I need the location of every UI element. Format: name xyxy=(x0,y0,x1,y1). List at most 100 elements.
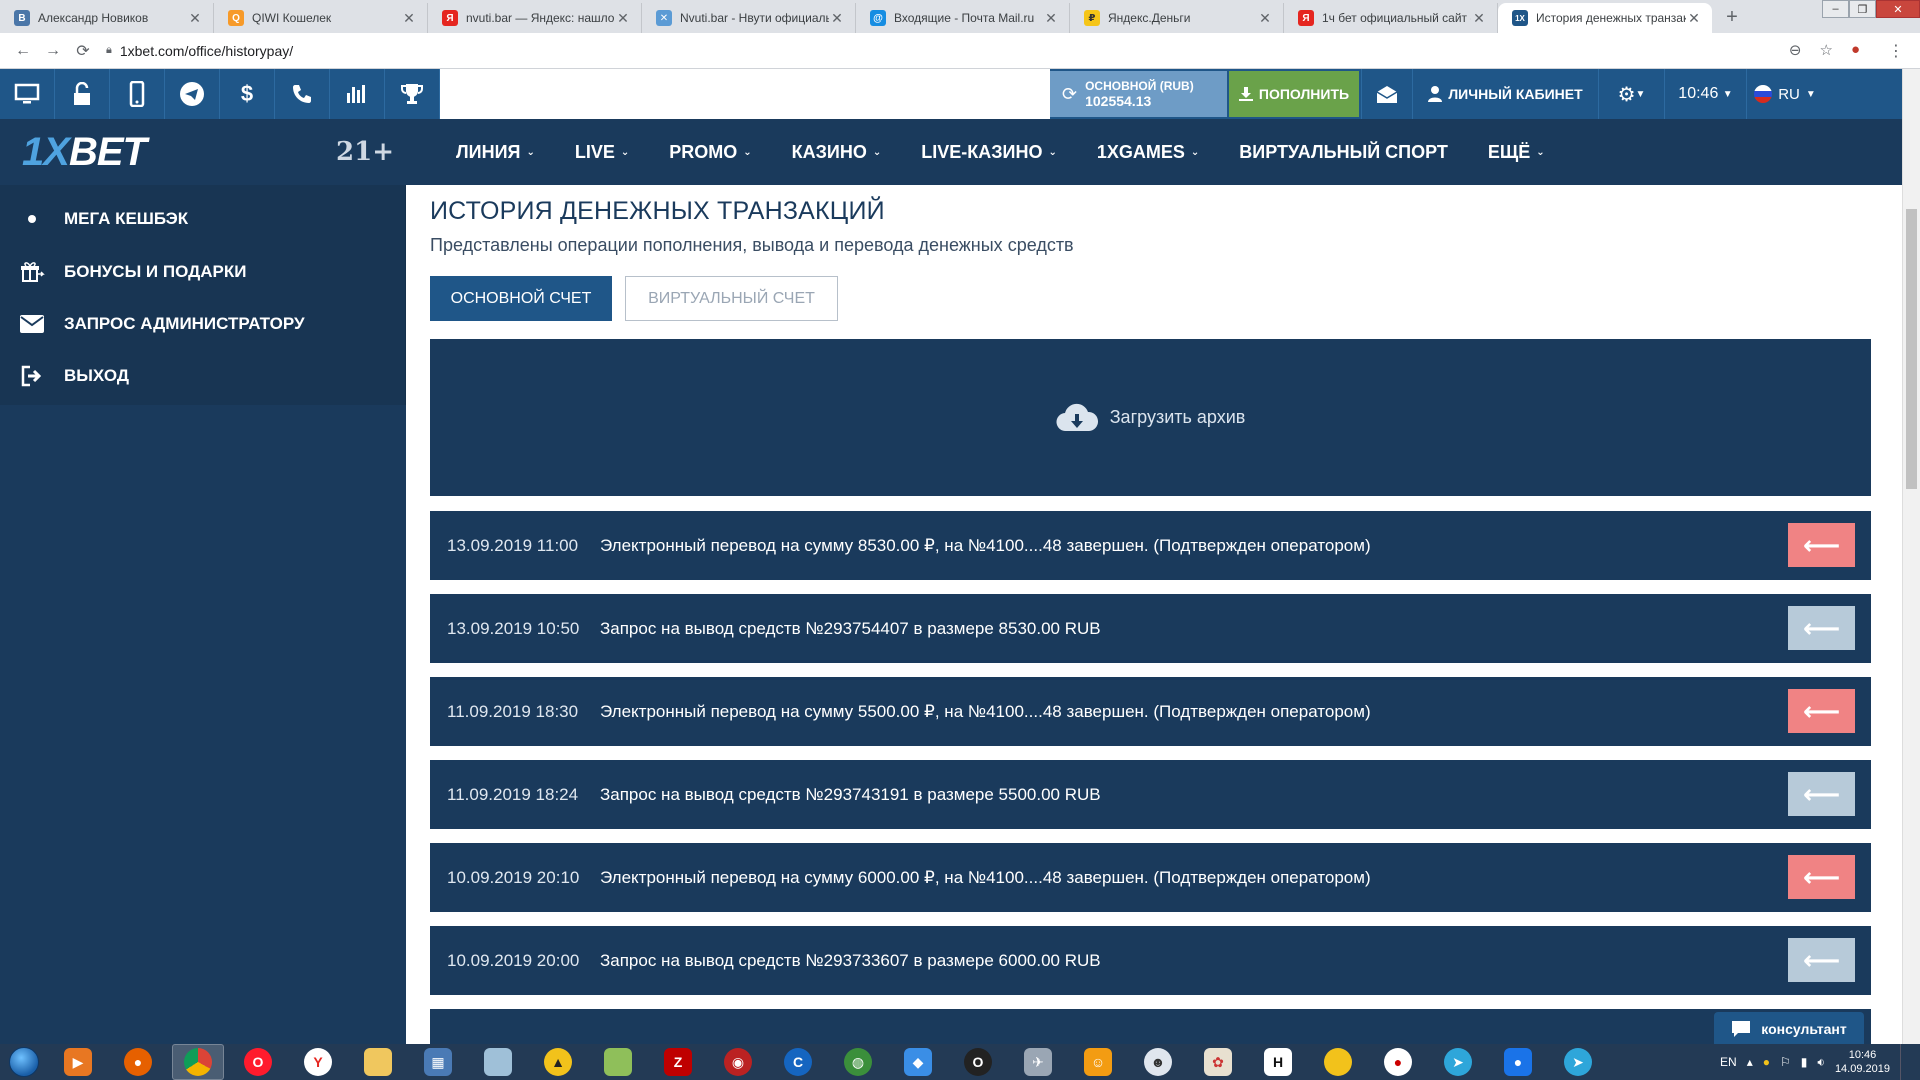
taskbar-app[interactable]: ▶ xyxy=(52,1044,104,1080)
taskbar-app[interactable] xyxy=(352,1044,404,1080)
taskbar-app-active[interactable] xyxy=(172,1044,224,1080)
taskbar-app[interactable]: ◍ xyxy=(832,1044,884,1080)
unlock-icon[interactable] xyxy=(55,69,110,119)
reload-icon[interactable]: ⟳ xyxy=(68,41,98,61)
personal-cabinet-button[interactable]: ЛИЧНЫЙ КАБИНЕТ xyxy=(1413,69,1599,119)
tab-close-icon[interactable]: ✕ xyxy=(1257,10,1273,27)
balance-widget[interactable]: ⟳ ОСНОВНОЙ (RUB) 102554.13 xyxy=(1050,71,1227,117)
trophy-icon[interactable] xyxy=(385,69,440,119)
nav-item-casino[interactable]: КАЗИНО ⌄ xyxy=(792,142,882,163)
new-tab-button[interactable]: + xyxy=(1718,3,1746,31)
arrow-left-icon[interactable]: ⟵ xyxy=(1788,689,1855,733)
start-button[interactable] xyxy=(0,1044,48,1080)
telegram-icon[interactable] xyxy=(165,69,220,119)
browser-tab[interactable]: ₽ Яндекс.Деньги ✕ xyxy=(1070,3,1284,33)
taskbar-app[interactable]: C xyxy=(772,1044,824,1080)
tab-close-icon[interactable]: ✕ xyxy=(187,10,203,27)
taskbar-app[interactable]: ● xyxy=(112,1044,164,1080)
phone-icon[interactable] xyxy=(275,69,330,119)
minimize-icon[interactable]: – xyxy=(1822,0,1849,18)
nav-item-live-casino[interactable]: LIVE-КАЗИНО ⌄ xyxy=(921,142,1057,163)
taskbar-app[interactable]: ◉ xyxy=(712,1044,764,1080)
sidebar-item-admin-request[interactable]: ЗАПРОС АДМИНИСТРАТОРУ xyxy=(0,298,406,350)
extension-icon[interactable]: ● xyxy=(1851,41,1860,59)
taskbar-app[interactable]: ☺ xyxy=(1072,1044,1124,1080)
tray-arrow-icon[interactable]: ▴ xyxy=(1747,1055,1753,1069)
taskbar-app[interactable]: ➤ xyxy=(1432,1044,1484,1080)
browser-menu-icon[interactable]: ⋮ xyxy=(1888,41,1904,61)
taskbar-app[interactable] xyxy=(1312,1044,1364,1080)
bookmark-star-icon[interactable]: ☆ xyxy=(1819,41,1832,59)
sidebar-item-bonuses[interactable]: БОНУСЫ И ПОДАРКИ xyxy=(0,246,406,298)
dollar-icon[interactable]: $ xyxy=(220,69,275,119)
taskbar-app[interactable]: ✿ xyxy=(1192,1044,1244,1080)
tab-close-icon[interactable]: ✕ xyxy=(1471,10,1487,27)
clock-dropdown[interactable]: 10:46 ▼ xyxy=(1665,69,1747,119)
tab-close-icon[interactable]: ✕ xyxy=(1686,10,1702,27)
volume-icon[interactable]: 🔉︎ xyxy=(1817,1055,1825,1070)
zoom-icon[interactable]: ⊖ xyxy=(1789,41,1802,59)
nav-item-line[interactable]: ЛИНИЯ ⌄ xyxy=(456,142,535,163)
sidebar-item-cashback[interactable]: МЕГА КЕШБЭК xyxy=(0,193,406,245)
sidebar-item-logout[interactable]: ВЫХОД xyxy=(0,350,406,402)
taskbar-app[interactable] xyxy=(472,1044,524,1080)
settings-button[interactable]: ⚙ ▼ xyxy=(1599,69,1665,119)
browser-tab[interactable]: Я 1ч бет официальный сайт - ✕ xyxy=(1284,3,1498,33)
tab-close-icon[interactable]: ✕ xyxy=(615,10,631,27)
browser-tab[interactable]: ✕ Nvuti.bar - Нвути официальный ✕ xyxy=(642,3,856,33)
close-window-icon[interactable]: ✕ xyxy=(1876,0,1920,18)
back-arrow-icon[interactable]: ← xyxy=(8,42,38,60)
taskbar-app[interactable]: ✈ xyxy=(1012,1044,1064,1080)
nav-item-1xgames[interactable]: 1XGAMES ⌄ xyxy=(1097,142,1199,163)
taskbar-app[interactable]: O xyxy=(232,1044,284,1080)
language-selector[interactable]: RU ▼ xyxy=(1747,69,1823,119)
show-desktop-button[interactable] xyxy=(1900,1044,1910,1080)
arrow-left-icon[interactable]: ⟵ xyxy=(1788,606,1855,650)
browser-tab[interactable]: @ Входящие - Почта Mail.ru ✕ xyxy=(856,3,1070,33)
browser-tab[interactable]: Я nvuti.bar — Яндекс: нашлось ✕ xyxy=(428,3,642,33)
url-field[interactable]: 🔒︎ 1xbet.com/office/historypay/ xyxy=(106,43,293,59)
scrollbar-thumb[interactable] xyxy=(1906,209,1917,489)
taskbar-app[interactable]: ● xyxy=(1492,1044,1544,1080)
tray-app-icon[interactable]: ● xyxy=(1763,1055,1770,1069)
desktop-icon[interactable] xyxy=(0,69,55,119)
arrow-left-icon[interactable]: ⟵ xyxy=(1788,938,1855,982)
taskbar-app[interactable]: H xyxy=(1252,1044,1304,1080)
taskbar-app[interactable]: ➤ xyxy=(1552,1044,1604,1080)
tab-close-icon[interactable]: ✕ xyxy=(1043,10,1059,27)
page-scrollbar[interactable] xyxy=(1902,69,1920,1044)
statistics-icon[interactable] xyxy=(330,69,385,119)
tab-virtual-account[interactable]: ВИРТУАЛЬНЫЙ СЧЕТ xyxy=(625,276,838,321)
top-search-area[interactable] xyxy=(440,69,1050,119)
taskbar-app[interactable]: ◆ xyxy=(892,1044,944,1080)
browser-tab-active[interactable]: 1X История денежных транзакций ✕ xyxy=(1498,3,1712,33)
forward-arrow-icon[interactable]: → xyxy=(38,42,68,60)
arrow-left-icon[interactable]: ⟵ xyxy=(1788,772,1855,816)
taskbar-app[interactable]: ▦ xyxy=(412,1044,464,1080)
tab-main-account[interactable]: ОСНОВНОЙ СЧЕТ xyxy=(430,276,612,321)
tray-clock[interactable]: 10:46 14.09.2019 xyxy=(1835,1048,1890,1076)
arrow-left-icon[interactable]: ⟵ xyxy=(1788,523,1855,567)
tab-close-icon[interactable]: ✕ xyxy=(829,10,845,27)
taskbar-app[interactable]: ☻ xyxy=(1132,1044,1184,1080)
browser-tab[interactable]: Q QIWI Кошелек ✕ xyxy=(214,3,428,33)
network-tray-icon[interactable]: ▮ xyxy=(1801,1055,1808,1069)
nav-item-live[interactable]: LIVE ⌄ xyxy=(575,142,629,163)
consultant-chat-button[interactable]: консультант xyxy=(1714,1012,1864,1045)
envelope-icon[interactable] xyxy=(1361,69,1413,119)
taskbar-app[interactable]: Y xyxy=(292,1044,344,1080)
maximize-icon[interactable]: ❐ xyxy=(1849,0,1876,18)
taskbar-app[interactable]: Z xyxy=(652,1044,704,1080)
mobile-icon[interactable] xyxy=(110,69,165,119)
browser-tab[interactable]: B Александр Новиков ✕ xyxy=(0,3,214,33)
taskbar-app[interactable]: O xyxy=(952,1044,1004,1080)
site-logo[interactable]: 1X BET xyxy=(0,119,210,185)
tab-close-icon[interactable]: ✕ xyxy=(401,10,417,27)
download-archive-panel[interactable]: Загрузить архив xyxy=(430,339,1871,496)
arrow-left-icon[interactable]: ⟵ xyxy=(1788,855,1855,899)
refresh-icon[interactable]: ⟳ xyxy=(1062,84,1077,105)
nav-item-promo[interactable]: PROMO ⌄ xyxy=(669,142,751,163)
taskbar-app[interactable]: ● xyxy=(1372,1044,1424,1080)
deposit-button[interactable]: ПОПОЛНИТЬ xyxy=(1229,71,1359,117)
flag-icon[interactable]: ⚐ xyxy=(1780,1055,1791,1069)
